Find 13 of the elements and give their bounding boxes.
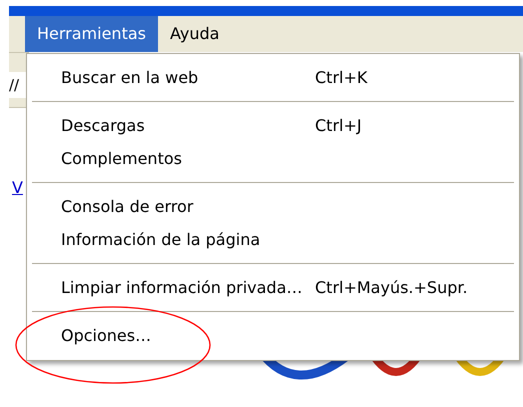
menu-item[interactable]: Limpiar información privada… Ctrl+Mayús.+Supr. — [27, 271, 519, 304]
menu-item[interactable]: Información de la página — [27, 223, 519, 256]
menu-item[interactable]: Descargas Ctrl+J — [27, 109, 519, 142]
menu-item[interactable]: Complementos — [27, 142, 519, 175]
shortcut: Ctrl+K — [315, 66, 368, 88]
link[interactable]: V — [12, 176, 23, 200]
menu-item[interactable]: Buscar en la web Ctrl+K — [27, 61, 519, 94]
menu-item[interactable]: Opciones… — [27, 319, 519, 352]
shortcut: Ctrl+J — [315, 114, 362, 136]
menu-item[interactable]: Consola de error — [27, 190, 519, 223]
shortcut: Ctrl+Mayús.+Supr. — [315, 276, 468, 298]
menu-bar-item[interactable]: Herramientas — [25, 16, 158, 52]
menu-bar-item[interactable]: Ayuda — [158, 16, 232, 52]
